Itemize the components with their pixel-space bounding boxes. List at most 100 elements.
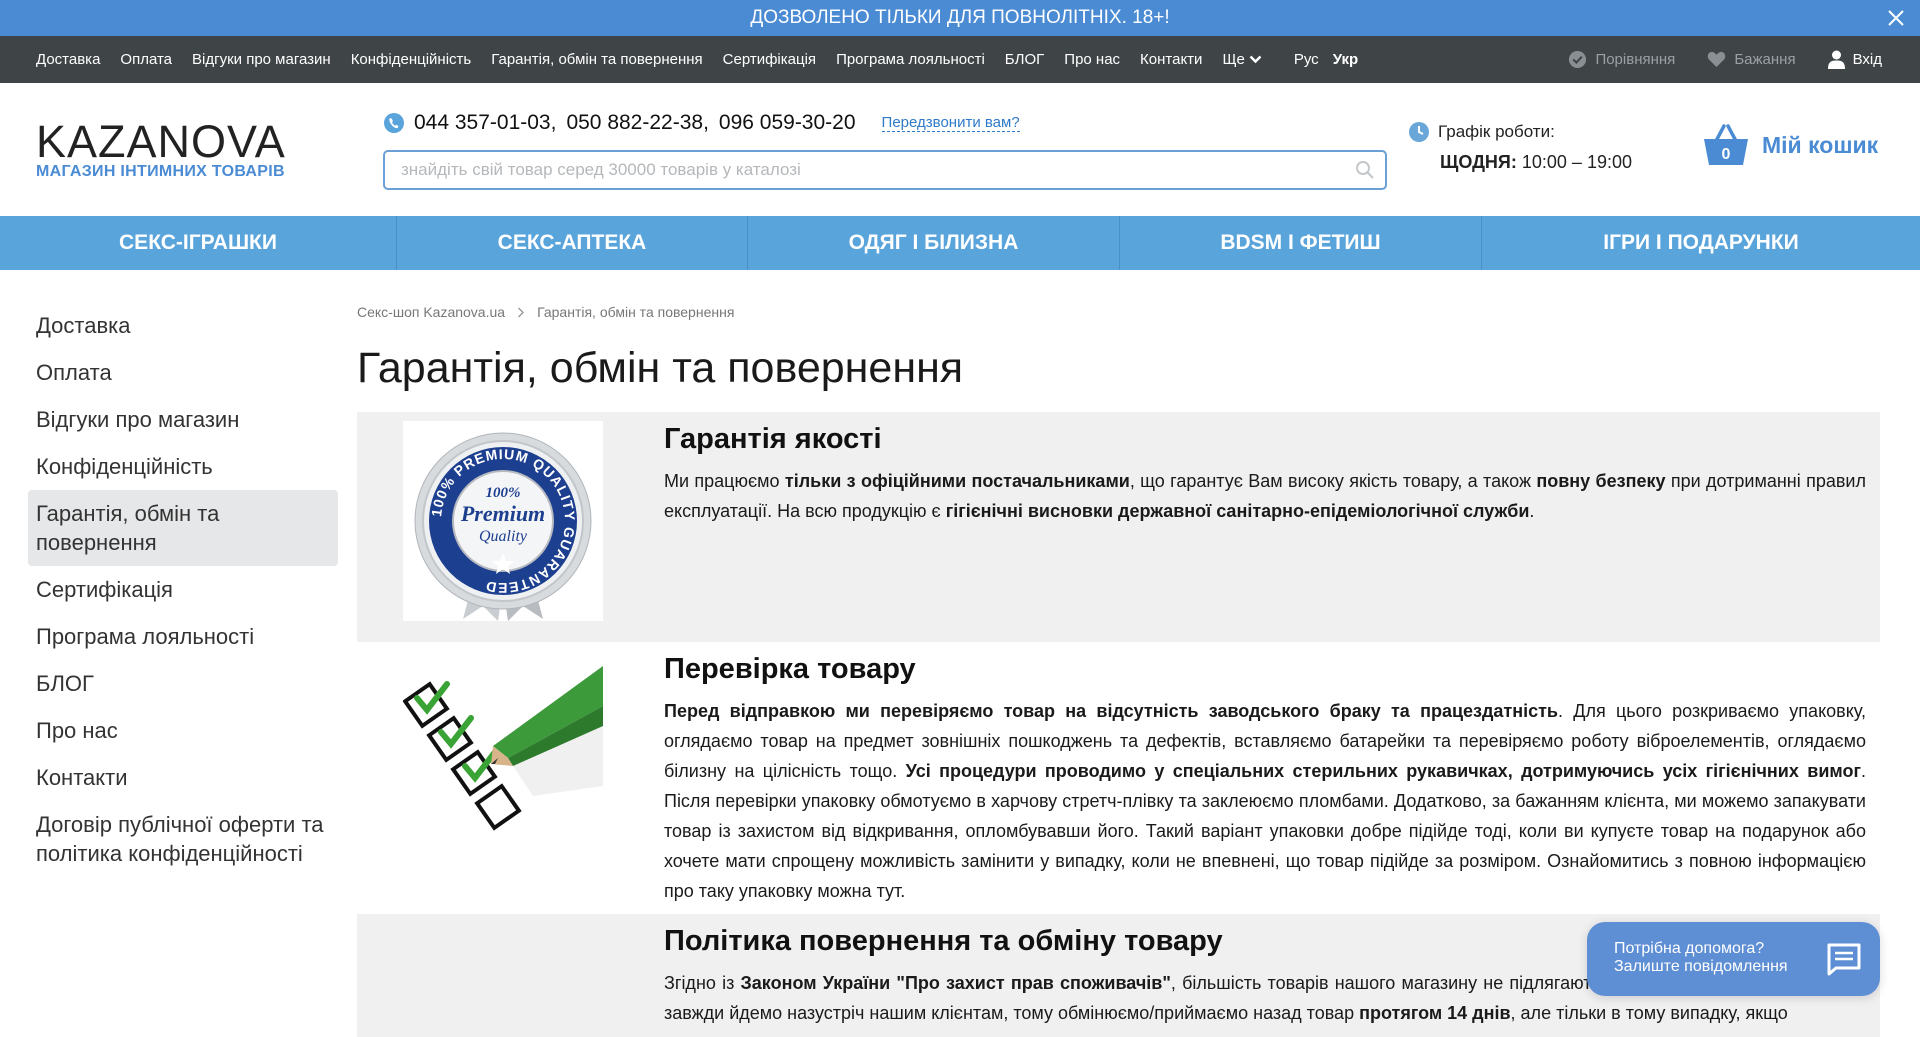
search-icon[interactable] bbox=[1355, 160, 1375, 180]
wishlist-link[interactable]: Бажання bbox=[1707, 51, 1796, 68]
text-run: тільки з офіційними постачальниками bbox=[784, 471, 1130, 491]
top-nav-link[interactable]: Відгуки про магазин bbox=[192, 51, 331, 68]
sidebar-item-privacy[interactable]: Конфіденційність bbox=[28, 443, 338, 490]
top-nav-link[interactable]: Про нас bbox=[1064, 51, 1120, 68]
top-nav-link[interactable]: Гарантія, обмін та повернення bbox=[491, 51, 702, 68]
search-input[interactable] bbox=[385, 152, 1385, 188]
phone-number[interactable]: 050 882-22-38, bbox=[566, 111, 708, 135]
sidebar-item-about[interactable]: Про нас bbox=[28, 707, 338, 754]
sidebar-item-warranty[interactable]: Гарантія, обмін та повернення bbox=[28, 490, 338, 566]
check-title: Перевірка товару bbox=[664, 653, 916, 685]
message-icon bbox=[1827, 943, 1861, 976]
top-nav-links: Доставка Оплата Відгуки про магазин Конф… bbox=[36, 36, 1358, 83]
login-label: Вхід bbox=[1852, 51, 1882, 68]
wishlist-label: Бажання bbox=[1734, 51, 1796, 68]
text-run: . Після перевірки упаковку обмотуємо в х… bbox=[664, 761, 1866, 901]
chevron-down-icon bbox=[1249, 55, 1262, 64]
cart-label: Мій кошик bbox=[1762, 131, 1879, 158]
chevron-right-icon bbox=[518, 307, 525, 317]
quality-content: Гарантія якості Ми працюємо тільки з офі… bbox=[664, 422, 1866, 526]
text-run: Перед відправкою ми перевіряємо товар на… bbox=[664, 701, 1558, 721]
schedule-hours: 10:00 – 19:00 bbox=[1521, 152, 1632, 172]
close-icon[interactable] bbox=[1886, 8, 1906, 28]
top-nav-link[interactable]: Конфіденційність bbox=[351, 51, 472, 68]
phone-number[interactable]: 096 059-30-20 bbox=[719, 111, 856, 135]
text-run: гігієнічні висновки державної санітарно-… bbox=[945, 501, 1530, 521]
seal-bot-text: Quality bbox=[479, 528, 528, 545]
top-nav-actions: Порівняння Бажання Вхід bbox=[1568, 36, 1882, 83]
cart-count: 0 bbox=[1722, 146, 1731, 163]
more-menu-label: Ще bbox=[1222, 51, 1245, 68]
quality-title: Гарантія якості bbox=[664, 423, 882, 455]
clock-icon bbox=[1409, 122, 1429, 142]
work-schedule: Графік роботи: ЩОДНЯ: 10:00 – 19:00 bbox=[1409, 121, 1632, 173]
compare-link[interactable]: Порівняння bbox=[1568, 50, 1675, 69]
text-run: , але тільки в тому випадку, якщо bbox=[1510, 1003, 1788, 1023]
sidebar-item-contacts[interactable]: Контакти bbox=[28, 754, 338, 801]
age-banner-text: ДОЗВОЛЕНО ТІЛЬКИ ДЛЯ ПОВНОЛІТНІХ. 18+! bbox=[750, 7, 1170, 28]
sidebar-item-loyalty[interactable]: Програма лояльності bbox=[28, 613, 338, 660]
phone-number[interactable]: 044 357-01-03, bbox=[414, 111, 556, 135]
help-chat-widget[interactable]: Потрібна допомога? Залиште повідомлення bbox=[1587, 922, 1880, 996]
top-nav-link[interactable]: Доставка bbox=[36, 51, 100, 68]
breadcrumb-home[interactable]: Секс-шоп Kazanova.ua bbox=[357, 304, 505, 320]
user-icon bbox=[1827, 50, 1845, 69]
sidebar-item-blog[interactable]: БЛОГ bbox=[28, 660, 338, 707]
top-nav: Доставка Оплата Відгуки про магазин Конф… bbox=[0, 36, 1920, 83]
lang-ru[interactable]: Рус bbox=[1294, 51, 1319, 68]
search-box bbox=[383, 150, 1387, 190]
cart-button[interactable]: 0 Мій кошик bbox=[1702, 123, 1878, 167]
sidebar-item-offer[interactable]: Договір публічної оферти та політика кон… bbox=[28, 801, 338, 877]
text-run: . bbox=[1529, 501, 1535, 521]
quality-seal-image: 100% PREMIUM QUALITY GUARANTEED 100% Pre… bbox=[403, 421, 603, 621]
text-run: Згідно із bbox=[664, 973, 741, 993]
login-link[interactable]: Вхід bbox=[1827, 50, 1882, 69]
logo-name: KAZANOVA bbox=[36, 116, 286, 167]
top-nav-link[interactable]: Оплата bbox=[120, 51, 172, 68]
sidebar-menu: Доставка Оплата Відгуки про магазин Конф… bbox=[28, 302, 338, 877]
sidebar-item-delivery[interactable]: Доставка bbox=[28, 302, 338, 349]
basket-icon: 0 bbox=[1704, 124, 1748, 165]
quality-block: 100% PREMIUM QUALITY GUARANTEED 100% Pre… bbox=[357, 412, 1880, 642]
more-menu[interactable]: Ще bbox=[1222, 51, 1262, 68]
phone-numbers: 044 357-01-03, 050 882-22-38, 096 059-30… bbox=[384, 111, 1020, 135]
text-run: повну безпеку bbox=[1536, 471, 1666, 491]
text-run: , що гарантує Вам високу якість товару, … bbox=[1129, 471, 1537, 491]
language-switcher: Рус Укр bbox=[1294, 51, 1358, 68]
category-bdsm[interactable]: BDSM І ФЕТИШ bbox=[1120, 216, 1482, 270]
checklist-image bbox=[402, 666, 603, 866]
schedule-title: Графік роботи: bbox=[1438, 122, 1555, 141]
top-nav-link[interactable]: Контакти bbox=[1140, 51, 1202, 68]
checklist-pencil-icon bbox=[402, 666, 603, 831]
category-nav: СЕКС-ІГРАШКИ СЕКС-АПТЕКА ОДЯГ І БІЛИЗНА … bbox=[0, 216, 1920, 270]
category-sex-toys[interactable]: СЕКС-ІГРАШКИ bbox=[0, 216, 397, 270]
check-circle-icon bbox=[1569, 50, 1587, 69]
category-games-gifts[interactable]: ІГРИ І ПОДАРУНКИ bbox=[1482, 216, 1920, 270]
chat-line2: Залиште повідомлення bbox=[1614, 958, 1788, 975]
site-header: KAZANOVA МАГАЗИН ІНТИМНИХ ТОВАРІВ 044 35… bbox=[0, 83, 1920, 216]
lang-uk[interactable]: Укр bbox=[1333, 51, 1358, 68]
site-logo[interactable]: KAZANOVA МАГАЗИН ІНТИМНИХ ТОВАРІВ bbox=[36, 116, 306, 181]
callback-link[interactable]: Передзвонити вам? bbox=[881, 114, 1020, 132]
top-nav-link[interactable]: БЛОГ bbox=[1005, 51, 1044, 68]
top-nav-link[interactable]: Програма лояльності bbox=[836, 51, 985, 68]
top-nav-link[interactable]: Сертифікація bbox=[723, 51, 816, 68]
check-text: Перед відправкою ми перевіряємо товар на… bbox=[664, 696, 1866, 906]
phone-icon bbox=[384, 113, 404, 133]
premium-seal-icon: 100% PREMIUM QUALITY GUARANTEED 100% Pre… bbox=[414, 432, 592, 621]
breadcrumb-current: Гарантія, обмін та повернення bbox=[537, 304, 735, 320]
text-run: Усі процедури проводимо у спеціальних ст… bbox=[905, 761, 1861, 781]
check-content: Перевірка товару Перед відправкою ми пер… bbox=[664, 652, 1866, 906]
category-sex-pharmacy[interactable]: СЕКС-АПТЕКА bbox=[397, 216, 748, 270]
sidebar-item-certification[interactable]: Сертифікація bbox=[28, 566, 338, 613]
text-run: протягом 14 днів bbox=[1359, 1003, 1511, 1023]
quality-text: Ми працюємо тільки з офіційними постачал… bbox=[664, 466, 1866, 526]
text-run: Ми працюємо bbox=[664, 471, 785, 491]
sidebar-item-reviews[interactable]: Відгуки про магазин bbox=[28, 396, 338, 443]
heart-icon bbox=[1708, 51, 1726, 68]
sidebar-item-payment[interactable]: Оплата bbox=[28, 349, 338, 396]
age-banner: ДОЗВОЛЕНО ТІЛЬКИ ДЛЯ ПОВНОЛІТНІХ. 18+! bbox=[0, 0, 1920, 36]
page-title: Гарантія, обмін та повернення bbox=[357, 344, 964, 392]
category-clothing[interactable]: ОДЯГ І БІЛИЗНА bbox=[748, 216, 1120, 270]
text-run: Законом України "Про захист прав спожива… bbox=[740, 973, 1171, 993]
